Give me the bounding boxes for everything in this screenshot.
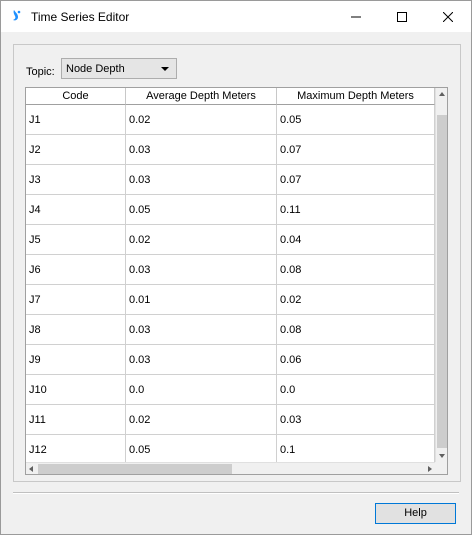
table-cell-maximum-depth[interactable]: 0.04 [277, 225, 435, 255]
maximize-button[interactable] [379, 1, 425, 32]
table-cell-maximum-depth[interactable]: 0.05 [277, 105, 435, 135]
table-cell-code[interactable]: J11 [26, 405, 126, 435]
depth-table[interactable]: Code Average Depth Meters Maximum Depth … [25, 87, 448, 475]
table-cell-code[interactable]: J4 [26, 195, 126, 225]
table-cell-maximum-depth[interactable]: 0.1 [277, 435, 435, 465]
close-button[interactable] [425, 1, 471, 32]
table-cell-maximum-depth[interactable]: 0.08 [277, 255, 435, 285]
table-cell-code[interactable]: J9 [26, 345, 126, 375]
table-cell-code[interactable]: J8 [26, 315, 126, 345]
time-series-editor-window: Time Series Editor Topic: Node Depth Cod… [0, 0, 472, 535]
vertical-scrollbar[interactable] [435, 88, 447, 462]
table-cell-average-depth[interactable]: 0.03 [126, 165, 277, 195]
table-cell-average-depth[interactable]: 0.05 [126, 435, 277, 465]
table-cell-average-depth[interactable]: 0.03 [126, 135, 277, 165]
editor-panel: Topic: Node Depth Code Average Depth Met… [13, 44, 461, 482]
table-cell-average-depth[interactable]: 0.02 [126, 225, 277, 255]
table-cell-maximum-depth[interactable]: 0.02 [277, 285, 435, 315]
table-cell-maximum-depth[interactable]: 0.07 [277, 135, 435, 165]
topic-selected-value: Node Depth [66, 63, 125, 75]
topic-dropdown[interactable]: Node Depth [61, 58, 177, 79]
table-cell-code[interactable]: J2 [26, 135, 126, 165]
table-cell-average-depth[interactable]: 0.02 [126, 405, 277, 435]
scrollbar-corner [435, 462, 447, 474]
close-icon [443, 11, 453, 22]
maximize-icon [397, 11, 407, 22]
table-cell-code[interactable]: J10 [26, 375, 126, 405]
topic-label: Topic: [26, 66, 55, 78]
table-cell-code[interactable]: J5 [26, 225, 126, 255]
horizontal-scroll-thumb[interactable] [38, 464, 232, 474]
window-title: Time Series Editor [31, 10, 130, 24]
column-header-maximum-depth[interactable]: Maximum Depth Meters [277, 88, 435, 105]
table-cell-maximum-depth[interactable]: 0.11 [277, 195, 435, 225]
title-bar[interactable]: Time Series Editor [1, 1, 471, 32]
minimize-button[interactable] [333, 1, 379, 32]
chevron-down-icon [161, 67, 169, 71]
table-cell-code[interactable]: J3 [26, 165, 126, 195]
scroll-left-arrow-icon[interactable] [29, 466, 33, 472]
table-cell-average-depth[interactable]: 0.03 [126, 315, 277, 345]
table-cell-average-depth[interactable]: 0.03 [126, 255, 277, 285]
table-cell-code[interactable]: J6 [26, 255, 126, 285]
divider [13, 492, 459, 494]
table-cell-average-depth[interactable]: 0.03 [126, 345, 277, 375]
help-button[interactable]: Help [375, 503, 456, 524]
table-cell-average-depth[interactable]: 0.05 [126, 195, 277, 225]
vertical-scroll-thumb[interactable] [437, 115, 447, 448]
horizontal-scrollbar[interactable] [26, 462, 435, 474]
table-cell-code[interactable]: J1 [26, 105, 126, 135]
table-cell-maximum-depth[interactable]: 0.0 [277, 375, 435, 405]
table-cell-code[interactable]: J7 [26, 285, 126, 315]
table-cell-maximum-depth[interactable]: 0.08 [277, 315, 435, 345]
table-cell-average-depth[interactable]: 0.0 [126, 375, 277, 405]
scroll-right-arrow-icon[interactable] [428, 466, 432, 472]
column-header-code[interactable]: Code [26, 88, 126, 105]
table-cell-maximum-depth[interactable]: 0.07 [277, 165, 435, 195]
table-cell-average-depth[interactable]: 0.01 [126, 285, 277, 315]
column-header-average-depth[interactable]: Average Depth Meters [126, 88, 277, 105]
table-cell-average-depth[interactable]: 0.02 [126, 105, 277, 135]
scroll-down-arrow-icon[interactable] [439, 454, 445, 458]
table-cell-maximum-depth[interactable]: 0.06 [277, 345, 435, 375]
table-cell-code[interactable]: J12 [26, 435, 126, 465]
minimize-icon [351, 16, 361, 17]
scroll-up-arrow-icon[interactable] [439, 92, 445, 96]
table-cell-maximum-depth[interactable]: 0.03 [277, 405, 435, 435]
app-icon [13, 10, 21, 21]
